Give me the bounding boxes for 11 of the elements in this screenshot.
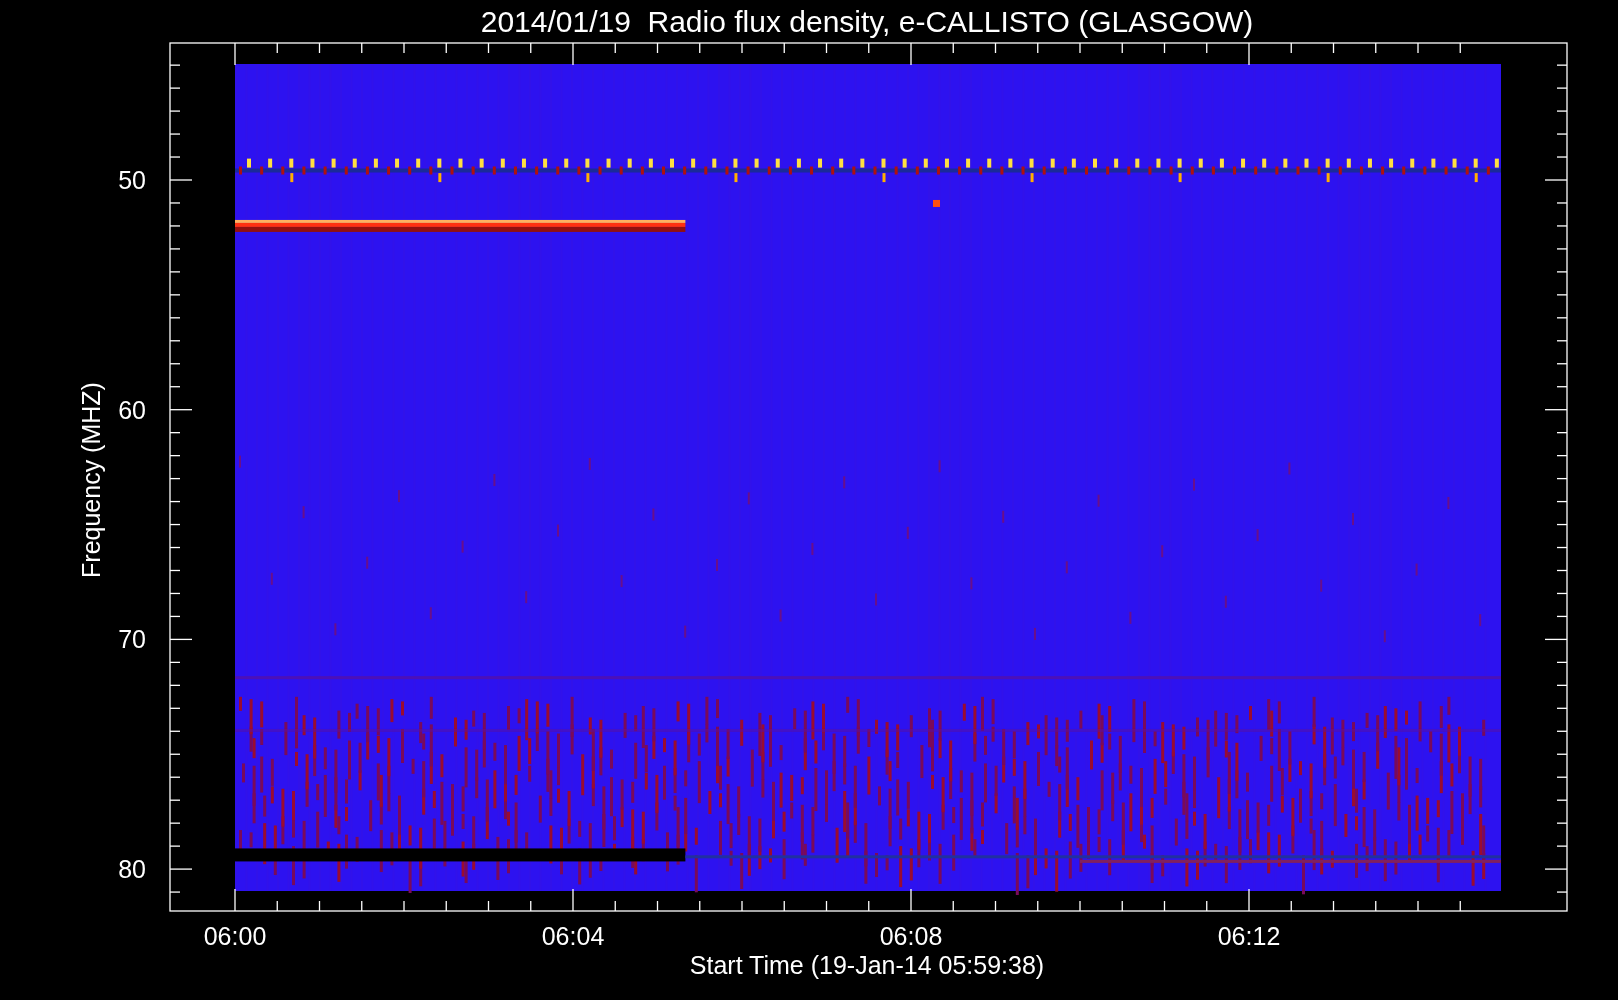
tick-label: 80 [118,855,146,884]
tick-label: 50 [118,166,146,194]
tick-label: 06:12 [1217,922,1281,950]
tick-label: 06:00 [203,922,267,950]
tick-label: 60 [118,395,146,424]
axis-label: Start Time (19-Jan-14 05:59:38) [689,951,1045,979]
tick-label: 70 [118,625,146,654]
plot-title: 2014/01/19 Radio flux density, e-CALLISTO (GLASGOW) [480,5,1254,38]
axis-label: Frequency (MHZ) [77,382,105,578]
tick-label: 06:04 [541,922,605,950]
tick-label: 06:08 [879,922,943,950]
